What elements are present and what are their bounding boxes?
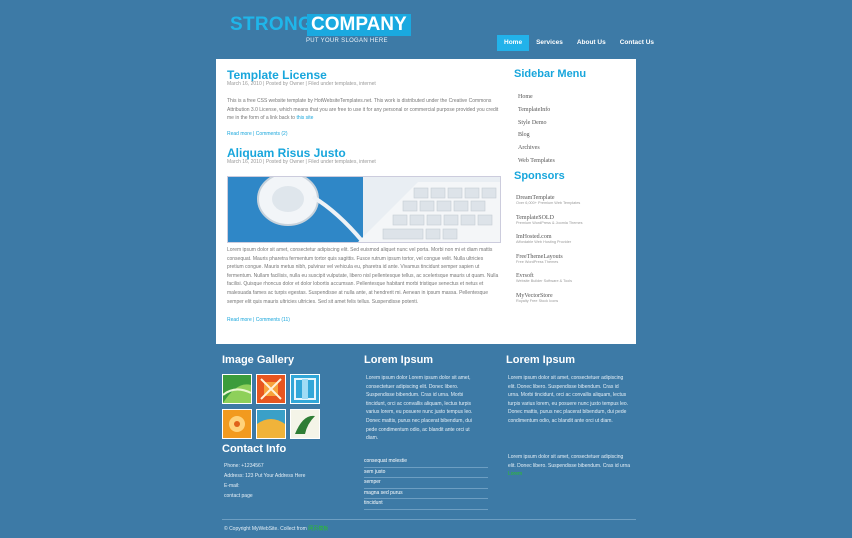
- nav-contact-us[interactable]: Contact Us: [613, 35, 661, 51]
- sponsors-list: DreamTemplate Over 6,000+ Premium Web Tem…: [516, 195, 583, 312]
- logo-strong-text: STRONG: [230, 14, 314, 35]
- sponsor-desc: Premium WordPress & Joomla Themes: [516, 220, 583, 225]
- sponsor-desc: Royalty Free Stock Icons: [516, 298, 559, 303]
- gallery-title: Image Gallery: [222, 354, 295, 366]
- sidebar-menu: Home TemplateInfo Style Demo Blog Archiv…: [518, 91, 555, 168]
- gallery-thumb-image: [291, 375, 319, 403]
- post-meta: March 16, 2010 | Posted by Owner | Filed…: [227, 81, 376, 87]
- nav-about-us[interactable]: About Us: [570, 35, 613, 51]
- column-three-text-2: Lorem ipsum dolor sit amet, consectetuer…: [508, 453, 630, 479]
- read-more-link[interactable]: Read more | Comments (2): [227, 131, 287, 137]
- gallery-thumb[interactable]: [222, 409, 252, 439]
- contact-address: Address: 123 Put Your Address Here: [224, 473, 306, 479]
- nav-home[interactable]: Home: [497, 35, 530, 51]
- gallery-thumb-image: [223, 410, 251, 438]
- sponsor-item[interactable]: DreamTemplate Over 6,000+ Premium Web Tem…: [516, 195, 583, 215]
- post-image: [227, 176, 501, 243]
- gallery-thumb[interactable]: [222, 374, 252, 404]
- gallery-thumb-image: [222, 375, 252, 403]
- contact-phone: Phone: +1234567: [224, 463, 264, 469]
- sponsor-desc: Free WordPress Themes: [516, 259, 559, 264]
- column-three-title: Lorem Ipsum: [506, 354, 576, 366]
- sponsor-item[interactable]: Evrsoft Website Builder Software & Tools: [516, 273, 583, 293]
- contact-page-link[interactable]: contact page: [224, 493, 253, 499]
- sponsor-item[interactable]: FreeThemeLayouts Free WordPress Themes: [516, 254, 583, 274]
- column-three-link[interactable]: Lorem: [508, 471, 522, 477]
- footer: © Copyright MyWebSite. Collect from 网页模板: [224, 525, 328, 532]
- footer-link[interactable]: 网页模板: [308, 526, 328, 532]
- column-three-text: Lorem ipsum dolor sit amet, consectetuer…: [508, 375, 629, 424]
- sponsor-item[interactable]: ImHosted.com Affordable Web Hosting Provi…: [516, 234, 583, 254]
- contact-email: E-mail:: [224, 483, 240, 489]
- sidebar-item-web-templates[interactable]: Web Templates: [518, 155, 555, 168]
- gallery-thumb[interactable]: [290, 374, 320, 404]
- logo-company-text: COMPANY: [307, 14, 411, 36]
- post-body: Lorem ipsum dolor sit amet, consectetur …: [227, 247, 499, 305]
- sidebar-item-home[interactable]: Home: [518, 91, 555, 104]
- sidebar-menu-title: Sidebar Menu: [514, 68, 587, 80]
- sponsor-desc: Over 6,000+ Premium Web Templates: [516, 201, 581, 205]
- sponsor-item[interactable]: TemplateSOLD Premium WordPress & Joomla T…: [516, 215, 583, 235]
- list-item[interactable]: tincidunt: [364, 499, 488, 510]
- site-slogan: PUT YOUR SLOGAN HERE: [306, 38, 388, 44]
- post-body-text: This is a free CSS website template by H…: [227, 98, 499, 122]
- column-two-list: consequat molestie sem justo semper magn…: [364, 457, 488, 510]
- contact-title: Contact Info: [222, 443, 287, 455]
- column-two-text: Lorem ipsum dolor Lorem ipsum dolor sit …: [366, 375, 473, 442]
- gallery-thumb-image: [291, 410, 319, 438]
- post-body-link[interactable]: this site: [296, 115, 313, 121]
- sponsor-desc: Website Builder Software & Tools: [516, 279, 572, 283]
- list-item[interactable]: semper: [364, 478, 488, 489]
- gallery-thumb[interactable]: [256, 374, 286, 404]
- sidebar-item-blog[interactable]: Blog: [518, 129, 555, 142]
- footer-divider: [222, 519, 636, 520]
- column-three-text-2-body: Lorem ipsum dolor sit amet, consectetuer…: [508, 454, 631, 469]
- keyboard-mouse-photo: [228, 177, 500, 242]
- image-gallery: [222, 374, 324, 444]
- content-panel: Template License March 16, 2010 | Posted…: [216, 59, 636, 344]
- read-more-link[interactable]: Read more | Comments (11): [227, 317, 290, 323]
- sidebar-item-style-demo[interactable]: Style Demo: [518, 117, 555, 130]
- post-title[interactable]: Aliquam Risus Justo: [227, 146, 346, 160]
- sidebar-item-archives[interactable]: Archives: [518, 142, 555, 155]
- sponsor-desc: Affordable Web Hosting Provider: [516, 240, 572, 244]
- gallery-thumb-image: [257, 375, 285, 403]
- column-two-title: Lorem Ipsum: [364, 354, 434, 366]
- gallery-thumb-image: [257, 410, 285, 438]
- sponsor-item[interactable]: MyVectorStore Royalty Free Stock Icons: [516, 293, 583, 313]
- list-item[interactable]: consequat molestie: [364, 457, 488, 468]
- main-nav: Home Services About Us Contact Us: [497, 35, 661, 51]
- post-body: This is a free CSS website template by H…: [227, 97, 499, 123]
- gallery-thumb[interactable]: [290, 409, 320, 439]
- list-item[interactable]: magna sed purus: [364, 489, 488, 500]
- gallery-thumb[interactable]: [256, 409, 286, 439]
- footer-copyright: © Copyright MyWebSite. Collect from: [224, 526, 307, 532]
- post-title[interactable]: Template License: [227, 68, 327, 82]
- sponsors-title: Sponsors: [514, 170, 565, 182]
- nav-services[interactable]: Services: [529, 35, 570, 51]
- list-item[interactable]: sem justo: [364, 468, 488, 479]
- post-meta: March 16, 2010 | Posted by Owner | Filed…: [227, 159, 376, 165]
- sidebar-item-templateinfo[interactable]: TemplateInfo: [518, 104, 555, 117]
